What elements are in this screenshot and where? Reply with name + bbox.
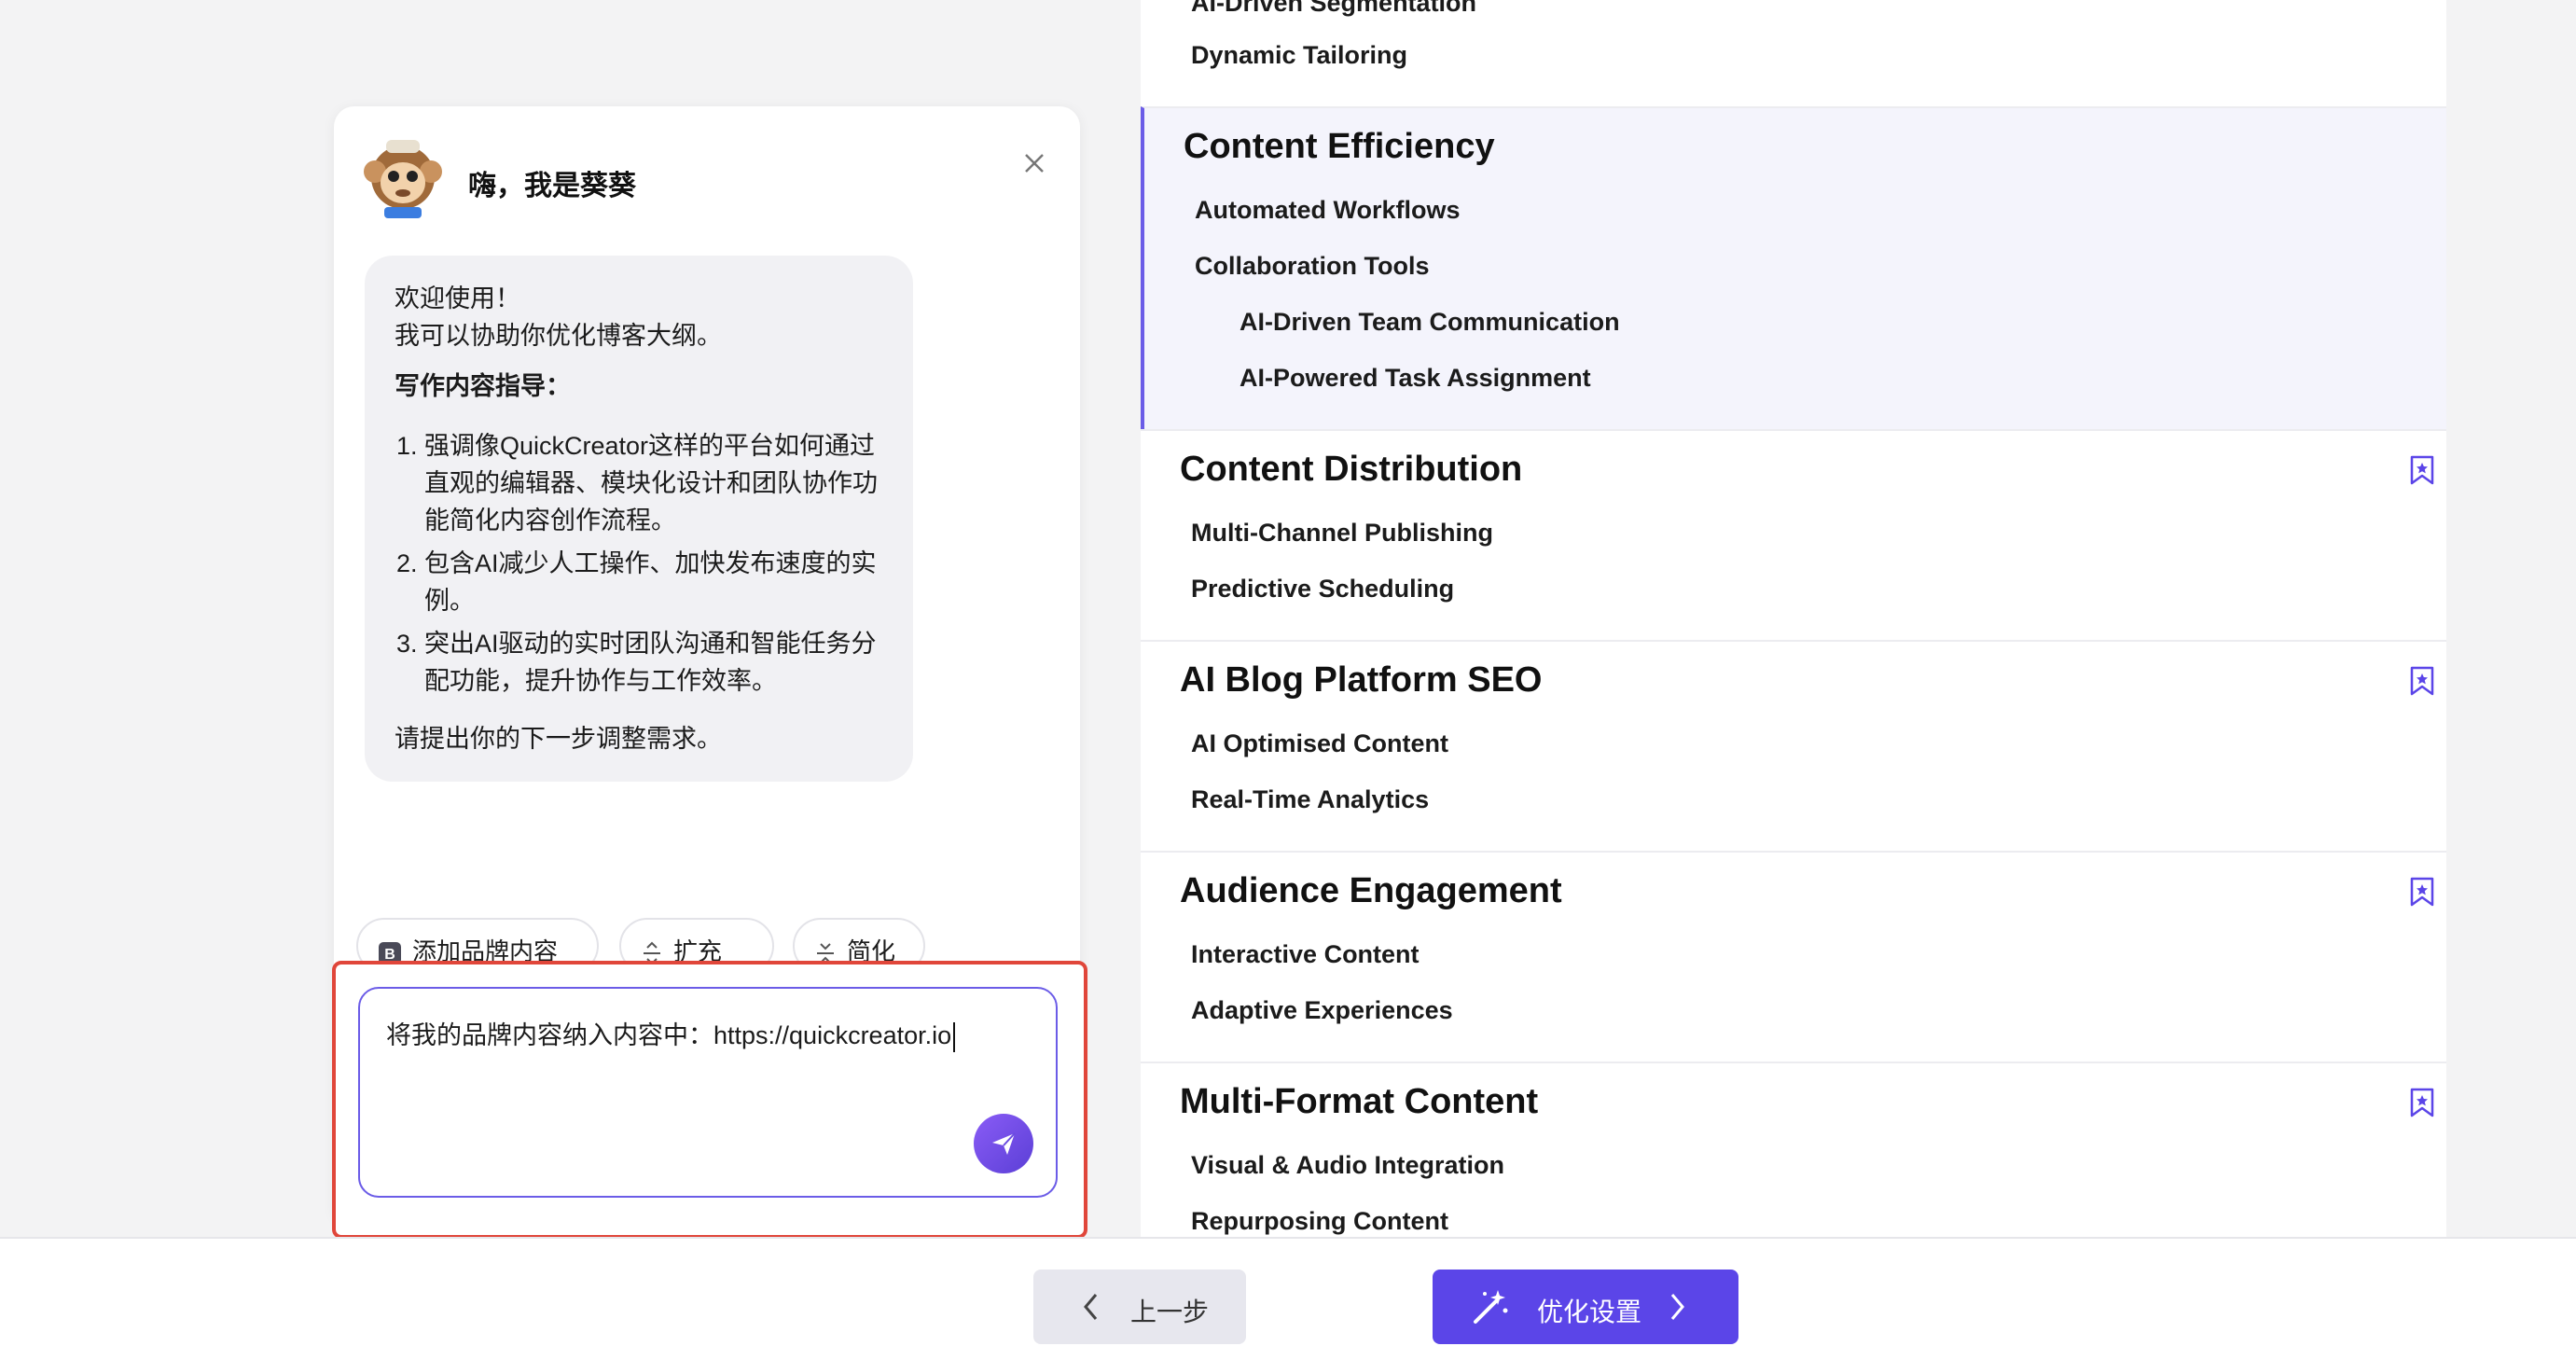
chevron-left-icon [1084,1294,1098,1320]
outline-item: AI Optimised Content [1191,729,1448,757]
previous-step-button[interactable]: 上一步 [1033,1270,1246,1344]
outline-section-multi-format-content[interactable]: Multi-Format Content Visual & Audio Inte… [1141,1062,2446,1237]
section-title: Multi-Format Content [1180,1082,1539,1121]
bookmark-star-icon[interactable] [2409,455,2435,485]
section-title: Audience Engagement [1180,871,1562,910]
outline-section-ai-blog-platform-seo[interactable]: AI Blog Platform SEO AI Optimised Conten… [1141,640,2446,851]
close-icon[interactable] [1018,147,1050,179]
guide-item: 强调像QuickCreator这样的平台如何通过直观的编辑器、模块化设计和团队协… [424,427,883,539]
guide-heading: 写作内容指导： [395,372,571,400]
message-input-value: 将我的品牌内容纳入内容中：https://quickcreator.io [386,1021,952,1049]
guide-list: 强调像QuickCreator这样的平台如何通过直观的编辑器、模块化设计和团队协… [395,427,883,700]
section-title: AI Blog Platform SEO [1180,660,1543,700]
outline-section-partial: AI-Driven Segmentation Dynamic Tailoring [1141,0,2446,108]
chat-title: 嗨，我是葵葵 [468,171,636,201]
outline-section-content-efficiency[interactable]: Content Efficiency Automated Workflows C… [1141,106,2446,429]
outline-item: Collaboration Tools [1195,252,1430,280]
section-title: Content Distribution [1180,450,1523,489]
guide-item: 包含AI减少人工操作、加快发布速度的实例。 [424,545,883,619]
outline-item: Real-Time Analytics [1191,785,1430,813]
welcome-line: 我可以协助你优化博客大纲。 [395,322,722,350]
outline-item: Repurposing Content [1191,1207,1448,1235]
text-caret [953,1021,956,1052]
message-input[interactable]: 将我的品牌内容纳入内容中：https://quickcreator.io [358,987,1058,1198]
assistant-message-bubble: 欢迎使用！ 我可以协助你优化博客大纲。 写作内容指导： 强调像QuickCrea… [365,256,913,782]
bookmark-star-icon[interactable] [2409,877,2435,907]
highlighted-input-area: 将我的品牌内容纳入内容中：https://quickcreator.io [332,961,1087,1239]
previous-step-label: 上一步 [1130,1298,1210,1326]
chevron-right-icon [1670,1294,1684,1320]
outline-subitem: AI-Driven Team Communication [1240,308,1620,336]
outline-item: Predictive Scheduling [1191,575,1455,603]
outline-item: Automated Workflows [1195,196,1461,224]
welcome-line: 欢迎使用！ [395,284,520,312]
assistant-chat-panel: 嗨，我是葵葵 欢迎使用！ 我可以协助你优化博客大纲。 写作内容指导： 强调像Qu… [332,106,1087,1239]
outline-section-audience-engagement[interactable]: Audience Engagement Interactive Content … [1141,851,2446,1062]
outline-item: Dynamic Tailoring [1191,41,1408,69]
send-button[interactable] [974,1114,1033,1173]
outline-item: Multi-Channel Publishing [1191,519,1493,547]
bookmark-star-icon[interactable] [2409,1088,2435,1117]
magic-wand-icon [1474,1290,1508,1324]
bottom-navigation-bar: 上一步 优化设置 [0,1237,2576,1360]
send-icon [992,1132,1016,1155]
bookmark-star-icon[interactable] [2409,666,2435,696]
chat-header: 嗨，我是葵葵 [356,125,1058,218]
optimize-settings-button[interactable]: 优化设置 [1433,1270,1738,1344]
outline-subitem: AI-Powered Task Assignment [1240,364,1591,392]
section-title: Content Efficiency [1184,127,1495,166]
blog-outline-panel: AI-Driven Segmentation Dynamic Tailoring… [1141,0,2446,1237]
outline-item: Adaptive Experiences [1191,996,1453,1024]
outline-item: AI-Driven Segmentation [1191,0,1477,17]
guide-item: 突出AI驱动的实时团队沟通和智能任务分配功能，提升协作与工作效率。 [424,625,883,700]
closing-prompt: 请提出你的下一步调整需求。 [395,725,722,753]
outline-section-content-distribution[interactable]: Content Distribution Multi-Channel Publi… [1141,429,2446,640]
outline-item: Visual & Audio Integration [1191,1151,1505,1179]
outline-item: Interactive Content [1191,940,1420,968]
monkey-avatar-icon [364,140,442,218]
optimize-settings-label: 优化设置 [1537,1298,1642,1326]
